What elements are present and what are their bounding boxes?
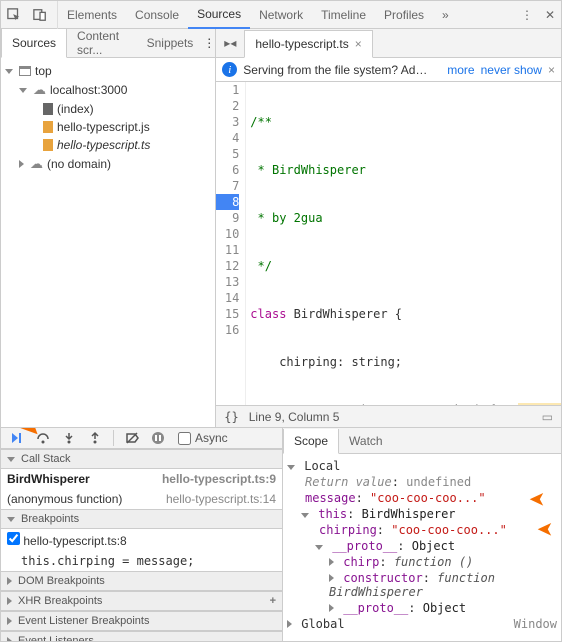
subtab-sources[interactable]: Sources — [1, 29, 67, 58]
scope-tabs: Scope Watch — [283, 428, 561, 454]
cloud-icon: ☁ — [33, 82, 46, 98]
tree-nodomain[interactable]: ☁ (no domain) — [1, 154, 215, 174]
frame-icon — [19, 66, 31, 76]
xhr-breakpoints-header[interactable]: XHR Breakpoints+ — [1, 591, 282, 611]
scope-return: Return value: undefined — [287, 474, 557, 490]
breakpoints-header[interactable]: Breakpoints — [1, 509, 282, 529]
tab-scope[interactable]: Scope — [283, 429, 339, 454]
statusbar-end-icon[interactable]: ▭ — [542, 410, 553, 424]
tree-top-label: top — [35, 64, 52, 78]
file-tabs: ▸◂ hello-typescript.ts × — [216, 29, 561, 58]
file-icon — [43, 103, 53, 115]
tree-file-ts[interactable]: hello-typescript.ts — [1, 136, 215, 154]
step-over-button[interactable] — [31, 428, 55, 448]
infobar-never-link[interactable]: never show — [481, 63, 542, 77]
navigator-tabs: Sources Content scr... Snippets ⋮ — [1, 29, 215, 58]
add-xhr-breakpoint-button[interactable]: + — [270, 595, 276, 607]
cloud-icon: ☁ — [30, 156, 43, 172]
file-tab[interactable]: hello-typescript.ts × — [244, 30, 372, 58]
scope-proto[interactable]: __proto__: Object — [287, 538, 557, 554]
callstack-header[interactable]: Call Stack — [1, 449, 282, 469]
scope-global[interactable]: GlobalWindow — [287, 616, 557, 632]
async-checkbox[interactable]: Async — [178, 431, 228, 445]
tree-file-label: (index) — [57, 102, 94, 116]
infobar-close-icon[interactable]: × — [548, 63, 555, 77]
navigator-pane: Sources Content scr... Snippets ⋮ top ☁ l… — [1, 29, 216, 427]
toggle-navigator-icon[interactable]: ▸◂ — [216, 32, 244, 54]
tab-profiles[interactable]: Profiles — [375, 2, 433, 28]
tree-file-index[interactable]: (index) — [1, 100, 215, 118]
file-icon — [43, 121, 53, 133]
editor-pane: ▸◂ hello-typescript.ts × i Serving from t… — [216, 29, 561, 427]
tree-host-label: localhost:3000 — [50, 83, 127, 97]
tab-timeline[interactable]: Timeline — [312, 2, 375, 28]
line-gutter: 12345678910111213141516 — [216, 82, 246, 405]
scope-local[interactable]: Local — [287, 458, 557, 474]
event-listeners-header[interactable]: Event Listeners — [1, 631, 282, 641]
scope-ctor[interactable]: constructor: function BirdWhisperer — [287, 570, 557, 600]
breakpoint-item[interactable]: hello-typescript.ts:8 — [1, 529, 282, 551]
file-icon — [43, 139, 53, 151]
tab-sources[interactable]: Sources — [188, 1, 250, 29]
close-icon[interactable]: ✕ — [539, 4, 561, 26]
navigator-more-icon[interactable]: ⋮ — [203, 36, 215, 50]
breakpoint-checkbox[interactable] — [7, 532, 20, 545]
code-lines: /** * BirdWhisperer * by 2gua */ class B… — [246, 82, 561, 405]
step-into-button[interactable] — [57, 428, 81, 448]
deactivate-breakpoints-button[interactable] — [120, 428, 144, 448]
infobar-more-link[interactable]: more — [447, 63, 474, 77]
file-tree: top ☁ localhost:3000 (index) hello-typesc… — [1, 58, 215, 427]
scope-message: message: "coo-coo-coo..." — [287, 490, 557, 506]
tree-file-label: hello-typescript.js — [57, 120, 150, 134]
scope-chirp-fn[interactable]: chirp: function () — [287, 554, 557, 570]
cursor-position: Line 9, Column 5 — [249, 410, 340, 424]
subtab-snippets[interactable]: Snippets — [137, 29, 204, 57]
tree-top[interactable]: top — [1, 62, 215, 80]
callstack-frame[interactable]: (anonymous function)hello-typescript.ts:… — [1, 489, 282, 509]
tree-host[interactable]: ☁ localhost:3000 — [1, 80, 215, 100]
more-icon[interactable]: ⋮ — [515, 4, 539, 26]
step-out-button[interactable] — [83, 428, 107, 448]
file-tab-label: hello-typescript.ts — [255, 37, 348, 51]
device-toggle-icon[interactable] — [27, 4, 53, 26]
infobar-msg: Serving from the file system? Ad… — [243, 63, 441, 77]
pretty-print-icon[interactable]: {} — [224, 410, 238, 424]
scope-chirping: chirping: "coo-coo-coo..." — [287, 522, 557, 538]
info-icon: i — [222, 62, 237, 77]
event-listener-breakpoints-header[interactable]: Event Listener Breakpoints — [1, 611, 282, 631]
pause-exceptions-button[interactable] — [146, 428, 170, 448]
debugger-toolbar: Async — [1, 428, 282, 449]
close-tab-icon[interactable]: × — [355, 37, 362, 51]
info-bar: i Serving from the file system? Ad… more… — [216, 58, 561, 82]
tree-file-js[interactable]: hello-typescript.js — [1, 118, 215, 136]
tree-file-label: hello-typescript.ts — [57, 138, 150, 152]
tab-overflow-icon[interactable]: » — [433, 2, 458, 28]
breakpoint-code: this.chirping = message; — [1, 551, 282, 571]
code-editor[interactable]: 12345678910111213141516 /** * BirdWhispe… — [216, 82, 561, 405]
scope-this[interactable]: this: BirdWhisperer — [287, 506, 557, 522]
tree-nodomain-label: (no domain) — [47, 157, 111, 171]
tab-watch[interactable]: Watch — [339, 429, 393, 453]
callstack-frame[interactable]: BirdWhispererhello-typescript.ts:9 — [1, 469, 282, 489]
scope-proto2[interactable]: __proto__: Object — [287, 600, 557, 616]
debugger-left: ➤ Async Call Stack BirdWhispererhello-ty… — [1, 428, 283, 641]
editor-statusbar: {} Line 9, Column 5 ▭ — [216, 405, 561, 427]
scope-panel: Local Return value: undefined message: "… — [283, 454, 561, 641]
inspect-icon[interactable] — [1, 4, 27, 26]
tab-network[interactable]: Network — [250, 2, 312, 28]
resume-button[interactable] — [5, 428, 29, 448]
main-layout: Sources Content scr... Snippets ⋮ top ☁ l… — [1, 29, 561, 427]
debugger-pane: ➤ Async Call Stack BirdWhispererhello-ty… — [1, 427, 561, 641]
async-checkbox-input[interactable] — [178, 432, 191, 445]
dom-breakpoints-header[interactable]: DOM Breakpoints — [1, 571, 282, 591]
debugger-right: Scope Watch Local Return value: undefine… — [283, 428, 561, 641]
